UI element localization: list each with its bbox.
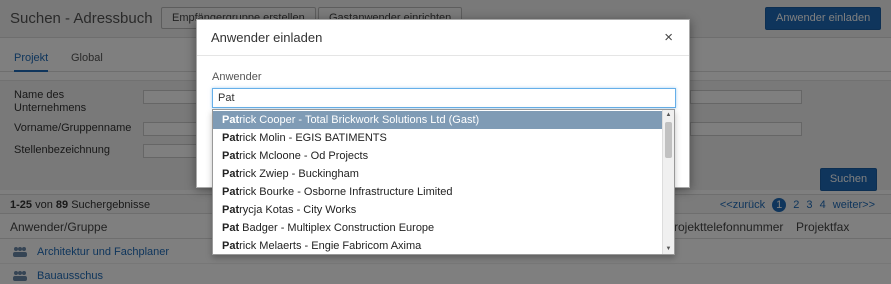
autocomplete-option[interactable]: Patrick Cooper - Total Brickwork Solutio… (213, 111, 663, 129)
autocomplete-option[interactable]: Patrick Mcloone - Od Projects (213, 147, 663, 165)
close-icon[interactable]: × (664, 29, 673, 46)
autocomplete-option[interactable]: Patrick Melaerts - Engie Fabricom Axima (213, 237, 663, 254)
user-search-input[interactable] (212, 88, 676, 108)
autocomplete-option[interactable]: Patrick Molin - EGIS BATIMENTS (213, 129, 663, 147)
autocomplete-option[interactable]: Patrick Bourke - Osborne Infrastructure … (213, 183, 663, 201)
autocomplete-option[interactable]: Patrycja Kotas - City Works (213, 201, 663, 219)
scrollbar-thumb[interactable] (665, 122, 672, 158)
autocomplete-option[interactable]: Pat Badger - Multiplex Construction Euro… (213, 219, 663, 237)
autocomplete-scrollbar[interactable]: ▲ ▼ (662, 110, 674, 254)
dialog-title: Anwender einladen (211, 30, 323, 45)
autocomplete-list: Patrick Cooper - Total Brickwork Solutio… (212, 109, 675, 255)
dialog-header: Anwender einladen × (197, 20, 689, 56)
scroll-down-arrow-icon[interactable]: ▼ (663, 244, 674, 254)
scroll-up-arrow-icon[interactable]: ▲ (663, 110, 674, 120)
user-field-label: Anwender (212, 71, 262, 83)
autocomplete-option[interactable]: Patrick Zwiep - Buckingham (213, 165, 663, 183)
